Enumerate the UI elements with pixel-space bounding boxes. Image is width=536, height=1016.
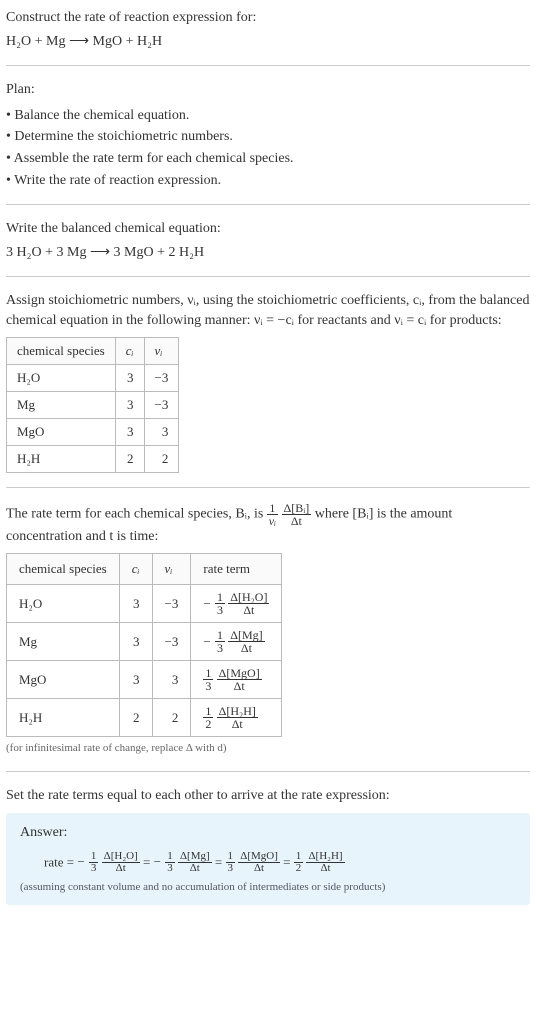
balanced-equation: 3 H₂O + 3 Mg ⟶ 3 MgO + 2 H₂H [6, 243, 530, 263]
rate-term-intro: The rate term for each chemical species,… [6, 502, 530, 547]
frac-coef: 13 [215, 629, 225, 654]
table-header-row: chemical species cᵢ νᵢ rate term [7, 554, 282, 585]
col-ci: cᵢ [115, 337, 144, 364]
frac-deriv: Δ[H₂O]Δt [102, 851, 140, 874]
cell-rate-term: − 13 Δ[Mg]Δt [191, 623, 282, 661]
col-vi: νᵢ [152, 554, 191, 585]
cell-species: H₂O [7, 364, 116, 391]
divider [6, 487, 530, 488]
balanced-heading: Write the balanced chemical equation: [6, 219, 530, 239]
unbalanced-equation: H₂O + Mg ⟶ MgO + H₂H [6, 32, 530, 52]
cell-c: 3 [119, 661, 152, 699]
frac-deriv: Δ[H₂H]Δt [217, 705, 258, 730]
construct-title: Construct the rate of reaction expressio… [6, 8, 530, 28]
col-vi: νᵢ [144, 337, 179, 364]
cell-v: −3 [152, 585, 191, 623]
answer-section: Set the rate terms equal to each other t… [6, 786, 530, 906]
intro-text-1: The rate term for each chemical species,… [6, 507, 267, 522]
divider [6, 204, 530, 205]
table-row: MgO 3 3 [7, 419, 179, 446]
answer-note: (assuming constant volume and no accumul… [20, 880, 516, 895]
frac-coef: 13 [215, 591, 225, 616]
plan-item: Determine the stoichiometric numbers. [6, 127, 530, 147]
cell-rate-term: 13 Δ[MgO]Δt [191, 661, 282, 699]
frac-deriv: Δ[H₂H]Δt [306, 851, 344, 874]
rate-term-section: The rate term for each chemical species,… [6, 502, 530, 756]
table-header-row: chemical species cᵢ νᵢ [7, 337, 179, 364]
stoich-section: Assign stoichiometric numbers, νᵢ, using… [6, 291, 530, 473]
rate-table: chemical species cᵢ νᵢ rate term H₂O 3 −… [6, 553, 282, 737]
title-section: Construct the rate of reaction expressio… [6, 8, 530, 51]
cell-rate-term: 12 Δ[H₂H]Δt [191, 699, 282, 737]
cell-c: 3 [115, 364, 144, 391]
cell-species: H₂O [7, 585, 120, 623]
cell-c: 3 [115, 391, 144, 418]
frac-deriv: Δ[Mg]Δt [228, 629, 264, 654]
cell-c: 2 [115, 446, 144, 473]
cell-v: −3 [144, 391, 179, 418]
table-row: H₂O 3 −3 [7, 364, 179, 391]
divider [6, 771, 530, 772]
cell-species: Mg [7, 391, 116, 418]
frac-coef: 1 νᵢ [267, 502, 278, 527]
cell-c: 3 [119, 585, 152, 623]
frac-coef: 13 [89, 851, 99, 874]
cell-species: Mg [7, 623, 120, 661]
cell-c: 2 [119, 699, 152, 737]
set-equal-heading: Set the rate terms equal to each other t… [6, 786, 530, 806]
stoich-table: chemical species cᵢ νᵢ H₂O 3 −3 Mg 3 −3 … [6, 337, 179, 474]
cell-v: 2 [152, 699, 191, 737]
frac-deriv: Δ[MgO]Δt [238, 851, 280, 874]
plan-list: Balance the chemical equation. Determine… [6, 106, 530, 190]
cell-v: 3 [144, 419, 179, 446]
frac-coef: 13 [165, 851, 175, 874]
cell-v: 2 [144, 446, 179, 473]
frac-deriv: Δ[Bᵢ] Δt [282, 502, 312, 527]
plan-section: Plan: Balance the chemical equation. Det… [6, 80, 530, 190]
cell-rate-term: − 13 Δ[H₂O]Δt [191, 585, 282, 623]
frac-coef: 13 [226, 851, 236, 874]
rate-prefix: rate = [44, 854, 77, 869]
frac-deriv: Δ[H₂O]Δt [228, 591, 269, 616]
table-row: Mg 3 −3 [7, 391, 179, 418]
frac-deriv: Δ[MgO]Δt [217, 667, 262, 692]
col-species: chemical species [7, 337, 116, 364]
cell-species: H₂H [7, 699, 120, 737]
frac-coef: 12 [203, 705, 213, 730]
table-row: H₂H 2 2 [7, 446, 179, 473]
plan-heading: Plan: [6, 80, 530, 100]
divider [6, 65, 530, 66]
cell-species: MgO [7, 661, 120, 699]
divider [6, 276, 530, 277]
frac-coef: 12 [294, 851, 304, 874]
answer-label: Answer: [20, 823, 516, 843]
answer-box: Answer: rate = − 13 Δ[H₂O]Δt = − 13 Δ[Mg… [6, 813, 530, 905]
cell-species: MgO [7, 419, 116, 446]
cell-v: 3 [152, 661, 191, 699]
table-row: H₂H 2 2 12 Δ[H₂H]Δt [7, 699, 282, 737]
table-row: MgO 3 3 13 Δ[MgO]Δt [7, 661, 282, 699]
cell-v: −3 [144, 364, 179, 391]
table-row: Mg 3 −3 − 13 Δ[Mg]Δt [7, 623, 282, 661]
rate-table-note: (for infinitesimal rate of change, repla… [6, 741, 530, 756]
frac-coef: 13 [203, 667, 213, 692]
plan-item: Balance the chemical equation. [6, 106, 530, 126]
cell-v: −3 [152, 623, 191, 661]
cell-species: H₂H [7, 446, 116, 473]
plan-item: Assemble the rate term for each chemical… [6, 149, 530, 169]
stoich-heading: Assign stoichiometric numbers, νᵢ, using… [6, 291, 530, 330]
cell-c: 3 [119, 623, 152, 661]
balanced-section: Write the balanced chemical equation: 3 … [6, 219, 530, 262]
table-row: H₂O 3 −3 − 13 Δ[H₂O]Δt [7, 585, 282, 623]
plan-item: Write the rate of reaction expression. [6, 171, 530, 191]
col-species: chemical species [7, 554, 120, 585]
frac-deriv: Δ[Mg]Δt [178, 851, 212, 874]
col-rate-term: rate term [191, 554, 282, 585]
rate-expression: rate = − 13 Δ[H₂O]Δt = − 13 Δ[Mg]Δt = 13… [20, 851, 516, 874]
cell-c: 3 [115, 419, 144, 446]
col-ci: cᵢ [119, 554, 152, 585]
